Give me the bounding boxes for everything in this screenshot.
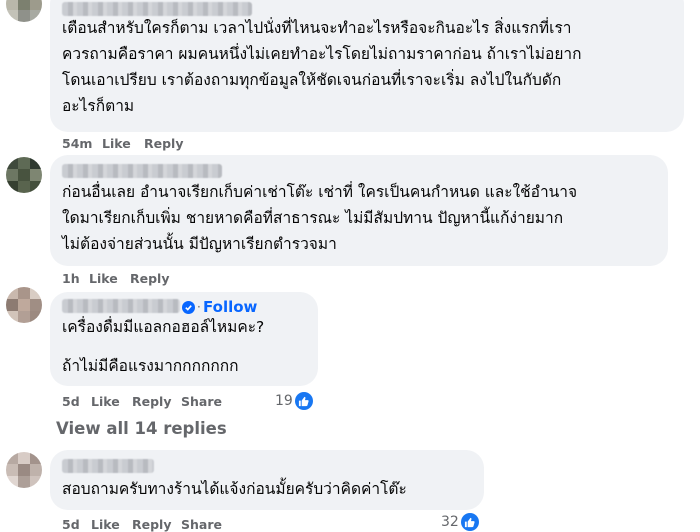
timestamp[interactable]: 1h xyxy=(62,271,80,286)
timestamp[interactable]: 5d xyxy=(62,394,80,409)
comment-bubble: สอบถามครับทางร้านได้แจ้งก่อนมั้ยครับว่าค… xyxy=(50,450,484,510)
comment-text: ก่อนอื่นเลย อำนาจเรียกเก็บค่าเช่าโต๊ะ เช… xyxy=(62,183,578,253)
comment-bubble: ก่อนอื่นเลย อำนาจเรียกเก็บค่าเช่าโต๊ะ เช… xyxy=(50,155,668,266)
comment-text-line-2: ถ้าไม่มีคือแรงมากกกกกกก xyxy=(62,357,239,375)
follow-button[interactable]: Follow xyxy=(203,298,257,316)
share-button[interactable]: Share xyxy=(181,517,222,532)
reaction-count[interactable]: 32 xyxy=(441,513,479,531)
reply-button[interactable]: Reply xyxy=(130,271,169,286)
commenter-name[interactable] xyxy=(62,2,252,16)
avatar[interactable] xyxy=(6,452,42,488)
comment-text: เตือนสำหรับใครก็ตาม เวลาไปนั่งที่ไหนจะทำ… xyxy=(62,19,582,115)
avatar[interactable] xyxy=(6,157,42,193)
timestamp[interactable]: 5d xyxy=(62,517,80,532)
separator-dot: · xyxy=(197,300,201,314)
comment-bubble: เตือนสำหรับใครก็ตาม เวลาไปนั่งที่ไหนจะทำ… xyxy=(50,0,684,132)
like-button[interactable]: Like xyxy=(91,394,120,409)
share-button[interactable]: Share xyxy=(181,394,222,409)
comment-text: สอบถามครับทางร้านได้แจ้งก่อนมั้ยครับว่าค… xyxy=(62,480,407,498)
commenter-name[interactable] xyxy=(62,459,154,473)
commenter-name[interactable] xyxy=(62,164,222,178)
reply-button[interactable]: Reply xyxy=(144,136,183,151)
reaction-count-value: 19 xyxy=(275,393,293,409)
reaction-count[interactable]: 19 xyxy=(275,392,313,410)
reply-button[interactable]: Reply xyxy=(132,394,171,409)
like-button[interactable]: Like xyxy=(89,271,118,286)
thumbs-up-icon xyxy=(460,513,479,531)
avatar[interactable] xyxy=(6,287,42,323)
reaction-count-value: 32 xyxy=(441,514,459,530)
reply-button[interactable]: Reply xyxy=(132,517,171,532)
commenter-name[interactable] xyxy=(62,299,180,313)
thumbs-up-icon xyxy=(294,392,313,410)
like-button[interactable]: Like xyxy=(91,517,120,532)
verified-badge-icon xyxy=(182,301,195,314)
timestamp[interactable]: 54m xyxy=(62,136,92,151)
view-all-replies-link[interactable]: View all 14 replies xyxy=(56,419,227,438)
comment-text-line-1: เครื่องดื่มมีแอลกอฮอล์ไหมคะ? xyxy=(62,318,265,336)
like-button[interactable]: Like xyxy=(102,136,131,151)
avatar[interactable] xyxy=(6,0,42,22)
